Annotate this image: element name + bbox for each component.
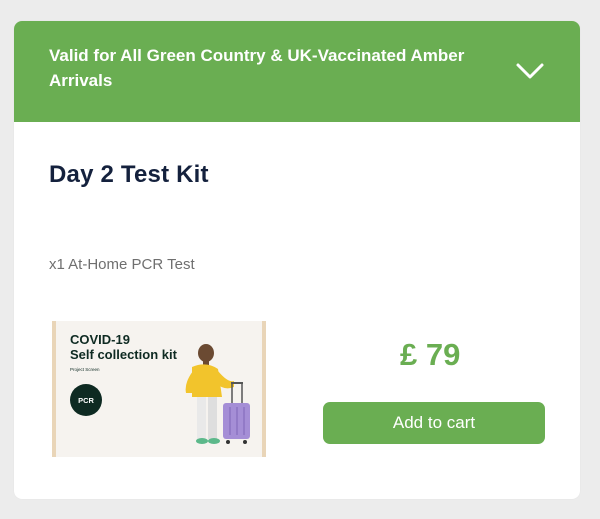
product-title: Day 2 Test Kit xyxy=(49,161,209,188)
pcr-badge-label: PCR xyxy=(78,396,94,405)
kit-heading-line1: COVID-19 xyxy=(70,332,130,347)
kit-brand-text: Project Screen xyxy=(70,367,100,372)
test-kit-illustration: COVID-19 Self collection kit Project Scr… xyxy=(52,321,266,457)
kit-heading-line2: Self collection kit xyxy=(70,347,178,362)
chevron-down-icon[interactable] xyxy=(514,57,546,85)
validity-banner[interactable]: Valid for All Green Country & UK-Vaccina… xyxy=(14,21,580,122)
product-card: Valid for All Green Country & UK-Vaccina… xyxy=(14,21,580,499)
validity-banner-text: Valid for All Green Country & UK-Vaccina… xyxy=(49,46,465,90)
add-to-cart-button[interactable]: Add to cart xyxy=(323,402,545,444)
product-image: COVID-19 Self collection kit Project Scr… xyxy=(52,321,266,457)
product-subtitle: x1 At-Home PCR Test xyxy=(49,256,195,273)
product-price: £ 79 xyxy=(400,337,461,372)
